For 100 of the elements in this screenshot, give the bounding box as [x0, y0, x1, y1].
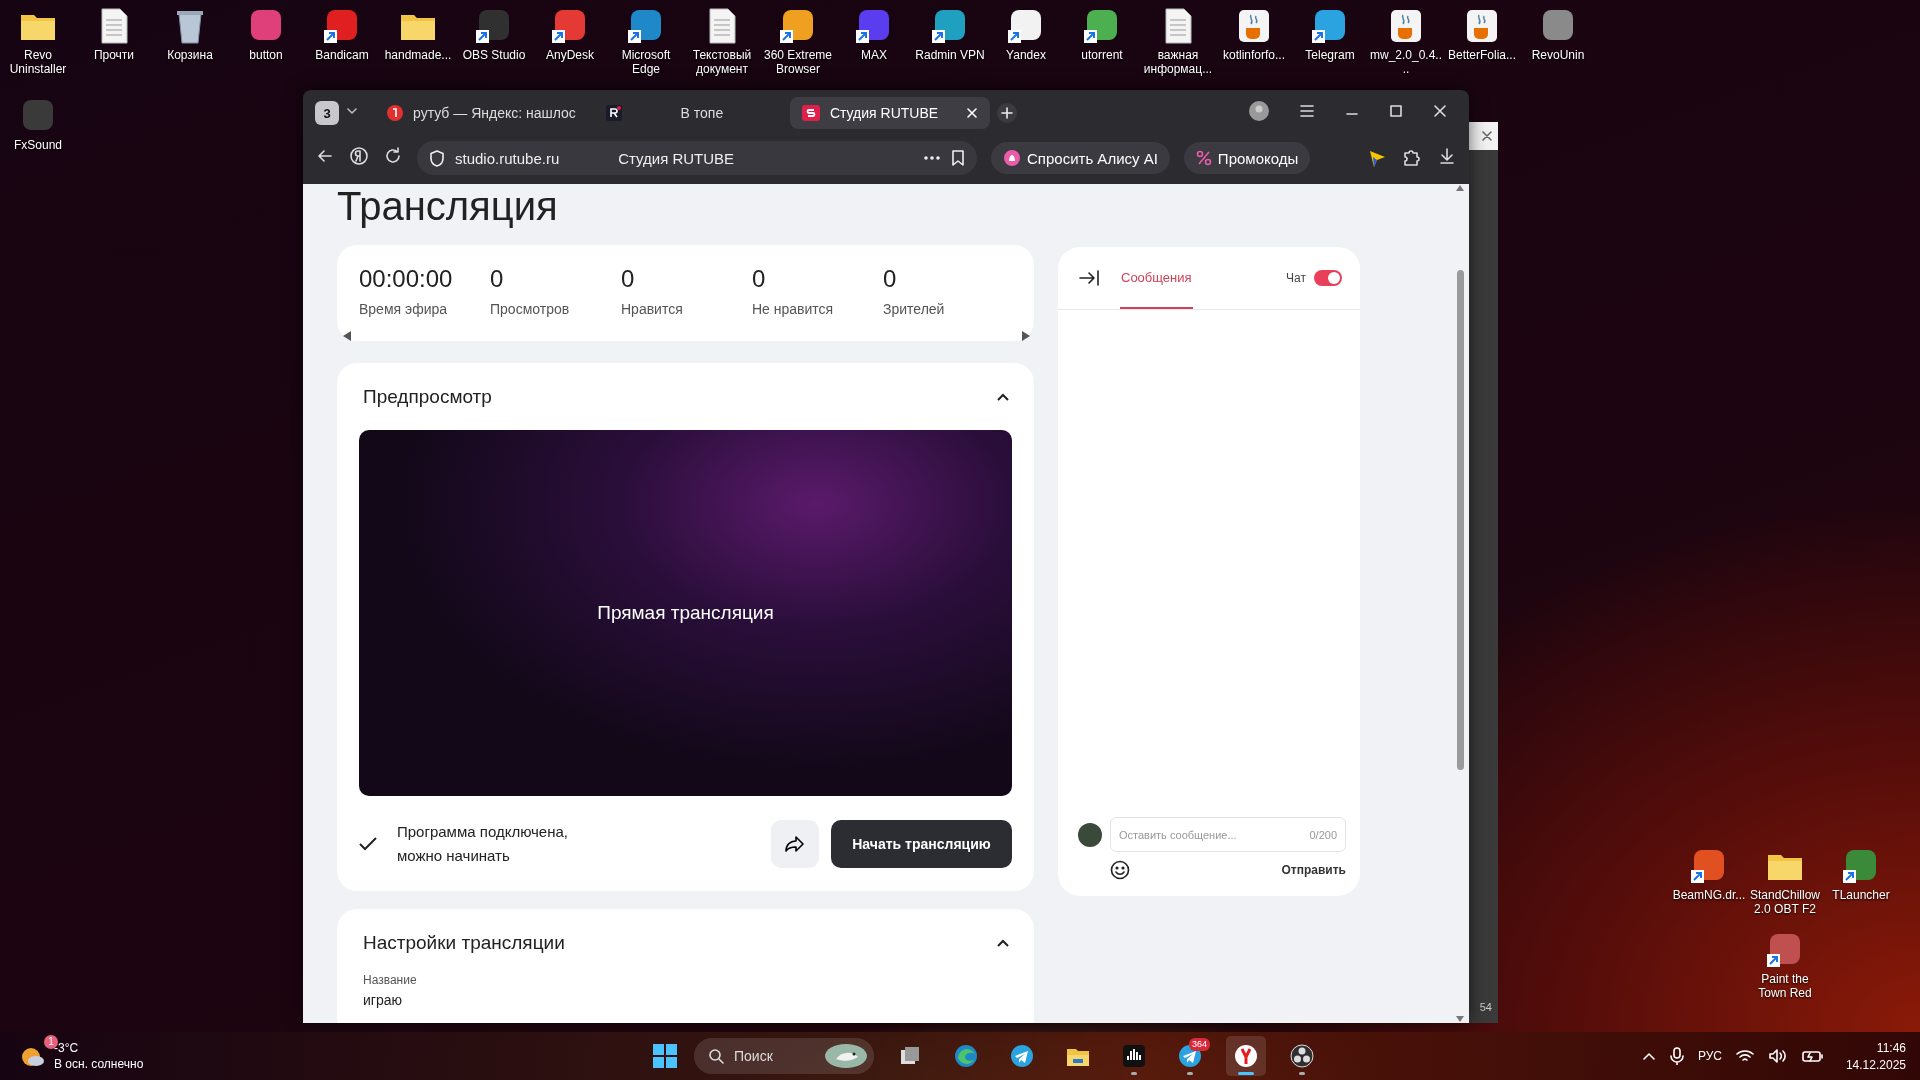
desktop-icon-label[interactable]: button	[249, 48, 283, 62]
more-icon[interactable]	[923, 155, 941, 161]
close-icon[interactable]	[1482, 131, 1492, 141]
new-tab-icon[interactable]	[995, 102, 1018, 124]
desktop-icon-label[interactable]: FxSound	[14, 138, 62, 152]
weather-temperature: -3°C	[54, 1041, 80, 1055]
scroll-right-icon[interactable]	[1022, 331, 1030, 341]
desktop-icon-label[interactable]: RevoUnin	[1531, 48, 1585, 62]
messages-tab[interactable]: Сообщения	[1120, 247, 1193, 309]
window-text: 54	[1479, 1001, 1492, 1013]
desktop-icon-label[interactable]: Bandicam	[315, 48, 369, 62]
menu-icon[interactable]	[1299, 104, 1315, 118]
desktop-icon-label[interactable]: AnyDesk	[546, 48, 594, 62]
edge-icon	[952, 1042, 980, 1070]
stat-label: Не нравится	[752, 301, 835, 317]
desktop-icon-label[interactable]: mw_2.0_0.4....	[1369, 48, 1443, 76]
promo-codes-button[interactable]: Промокоды	[1183, 142, 1311, 174]
share-icon	[784, 833, 806, 855]
language-indicator[interactable]: РУС	[1697, 1049, 1722, 1063]
desktop-icon-label[interactable]: Yandex	[1006, 48, 1046, 62]
reload-icon[interactable]	[383, 146, 403, 166]
desktop-icon-label[interactable]: Radmin VPN	[915, 48, 985, 62]
desktop-icon-label[interactable]: Paint the Town Red	[1748, 972, 1822, 1000]
start-stream-button[interactable]: Начать трансляцию	[831, 820, 1012, 868]
clock[interactable]: 11:46 14.12.2025	[1845, 1040, 1906, 1072]
browser-logo-icon[interactable]	[349, 146, 369, 166]
start-icon[interactable]	[652, 1043, 678, 1069]
microphone-icon[interactable]	[1669, 1047, 1684, 1065]
scroll-left-icon[interactable]	[343, 331, 351, 341]
assistant-icon	[1003, 149, 1021, 167]
page-title: Студия RUTUBE	[617, 149, 736, 167]
yandex-taskbar-button[interactable]	[1226, 1036, 1266, 1076]
stat-label: Зрителей	[883, 301, 946, 317]
section-title: Настройки трансляции	[363, 932, 565, 954]
field-label: Название	[363, 973, 418, 987]
share-button[interactable]	[771, 820, 819, 868]
desktop-icon-label[interactable]: TLauncher	[1832, 888, 1890, 902]
emoji-icon[interactable]	[1110, 860, 1130, 880]
collapse-panel-icon[interactable]	[1078, 268, 1100, 288]
volume-icon[interactable]	[1767, 1048, 1788, 1064]
stat-value: 00:00:00	[359, 265, 454, 293]
chat-toggle-label: Чат	[1286, 271, 1306, 285]
page-heading: Трансляция	[337, 184, 559, 230]
scroll-down-icon[interactable]	[1455, 1015, 1465, 1023]
ask-assistant-button[interactable]: Спросить Алису AI	[991, 142, 1170, 174]
download-icon[interactable]	[1437, 146, 1457, 166]
stat-label: Просмотров	[490, 301, 571, 317]
desktop-icon-label[interactable]: handmade...	[384, 48, 452, 62]
send-button[interactable]: Отправить	[1281, 863, 1346, 877]
desktop-icon-label[interactable]: BeamNG.dr...	[1672, 888, 1746, 902]
battery-icon[interactable]	[1801, 1049, 1824, 1063]
telegram-taskbar-button[interactable]: 364	[1170, 1036, 1210, 1076]
desktop-icon-label[interactable]: StandChillow 2.0 OBT F2	[1748, 888, 1822, 916]
desktop-icon-label[interactable]: Revo Uninstaller	[1, 48, 75, 76]
close-icon[interactable]	[965, 107, 978, 119]
yandex-icon	[1232, 1042, 1260, 1070]
favicon-icon	[387, 105, 403, 121]
maximize-icon[interactable]	[1389, 104, 1403, 118]
address-bar[interactable]: studio.rutube.ru Студия RUTUBE	[417, 141, 977, 175]
browser-tab[interactable]: В топе	[593, 97, 784, 129]
desktop-icon-label[interactable]: Корзина	[167, 48, 213, 62]
stat-value: 0	[490, 265, 505, 293]
desktop-icon-label[interactable]: Microsoft Edge	[609, 48, 683, 76]
desktop-icon-label[interactable]: utorrent	[1081, 48, 1123, 62]
desktop-icon-label[interactable]: OBS Studio	[462, 48, 526, 62]
desktop-icon-label[interactable]: Прочти	[93, 48, 135, 62]
favicon-icon	[801, 105, 820, 121]
profile-icon[interactable]	[1249, 101, 1269, 121]
shield-icon	[429, 149, 445, 167]
browser-tab[interactable]: рутуб — Яндекс: нашлос	[375, 97, 588, 129]
stat-label: Время эфира	[359, 301, 449, 317]
unread-badge: 364	[1188, 1038, 1210, 1051]
browser-tab[interactable]: Студия RUTUBE	[789, 97, 990, 129]
check-icon	[359, 837, 377, 851]
favicon-icon	[605, 105, 622, 121]
desktop-icon-label[interactable]: kotlinforfo...	[1223, 48, 1285, 62]
avatar	[1078, 822, 1102, 847]
section-title: Предпросмотр	[363, 386, 492, 408]
percent-icon	[1195, 150, 1212, 166]
triangle-logo-icon[interactable]	[1367, 148, 1387, 168]
obs-icon	[1288, 1042, 1316, 1070]
desktop-icon-label[interactable]: Telegram	[1305, 48, 1355, 62]
search-field[interactable]: Поиск	[694, 1038, 874, 1074]
desktop-icon-label[interactable]: Текстовый документ	[685, 48, 759, 76]
scrollbar-thumb[interactable]	[1456, 270, 1464, 770]
chat-toggle[interactable]	[1314, 270, 1342, 286]
wifi-icon[interactable]	[1735, 1049, 1754, 1063]
stat-value: 0	[621, 265, 636, 293]
bookmark-icon[interactable]	[951, 149, 965, 167]
desktop-icon-label[interactable]: важная информац...	[1141, 48, 1215, 76]
stat-value: 0	[752, 265, 767, 293]
desktop-icon-label[interactable]: MAX	[861, 48, 887, 62]
title-field[interactable]: играю	[363, 992, 1012, 1008]
desktop-icon-label[interactable]: 360 Extreme Browser	[761, 48, 835, 76]
tab-count-button[interactable]: 3	[315, 101, 339, 125]
telegram-icon	[1008, 1042, 1036, 1070]
desktop-icon-label[interactable]: BetterFolia...	[1448, 48, 1516, 62]
video-caption: Прямая трансляция	[597, 602, 774, 624]
scroll-up-icon[interactable]	[1455, 184, 1465, 192]
weather-description: В осн. солнечно	[54, 1057, 144, 1071]
